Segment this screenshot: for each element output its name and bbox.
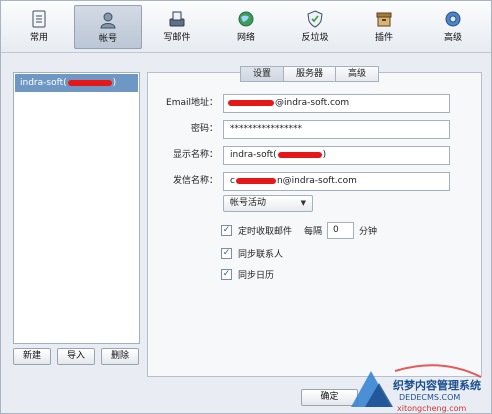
plugin-icon: [374, 9, 394, 29]
watermark-line1: 织梦内容管理系统: [393, 379, 481, 392]
import-account-button[interactable]: 导入: [57, 348, 95, 365]
ok-button[interactable]: 确定: [301, 389, 358, 406]
display-name-field[interactable]: indra-soft(): [223, 146, 450, 165]
general-icon: [29, 9, 49, 29]
toolbar-plugin[interactable]: 插件: [350, 5, 418, 49]
sync-contacts-label: 同步联系人: [238, 249, 284, 260]
account-icon: [98, 10, 118, 30]
sender-name-field[interactable]: c n@indra-soft.com: [223, 172, 450, 191]
redaction-mark: [235, 177, 276, 184]
tab-server[interactable]: 服务器: [283, 66, 337, 82]
toolbar-account[interactable]: 帐号: [74, 5, 142, 49]
network-icon: [236, 9, 256, 29]
toolbar-antispam[interactable]: 反垃圾: [281, 5, 349, 49]
redaction-mark: [277, 151, 322, 158]
sync-calendar-checkbox[interactable]: ✓: [221, 268, 232, 280]
email-suffix: @indra-soft.com: [275, 98, 350, 108]
sender-name-label: 发信名称：: [172, 176, 218, 186]
toolbar-compose-label: 写邮件: [163, 33, 191, 43]
delete-account-button[interactable]: 删除: [101, 348, 139, 365]
toolbar-antispam-label: 反垃圾: [301, 33, 329, 43]
display-name-prefix: indra-soft(: [230, 150, 277, 160]
email-label: Email地址：: [166, 98, 218, 108]
timed-fetch-checkbox[interactable]: ✓: [221, 224, 232, 236]
toolbar-compose[interactable]: 写邮件: [143, 5, 211, 49]
account-list-item[interactable]: indra-soft(): [15, 74, 138, 92]
antispam-icon: [305, 9, 325, 29]
redaction-mark: [228, 99, 274, 106]
toolbar-general[interactable]: 常用: [5, 5, 73, 49]
sync-contacts-checkbox[interactable]: ✓: [221, 247, 232, 259]
settings-toolbar: 常用 帐号 写邮件 网络 反垃圾 插件 高级: [1, 1, 491, 53]
every-label: 每隔: [304, 226, 323, 237]
toolbar-advanced-label: 高级: [443, 33, 462, 43]
account-list[interactable]: indra-soft(): [13, 72, 140, 344]
tab-advanced[interactable]: 高级: [335, 66, 380, 82]
redaction-mark: [67, 79, 112, 86]
password-field[interactable]: ****************: [223, 120, 450, 139]
toolbar-account-label: 帐号: [98, 34, 117, 44]
timed-fetch-row: ✓ 定时收取邮件 每隔 0 分钟: [221, 221, 378, 239]
account-activity-value: 帐号活动: [230, 198, 267, 208]
sync-calendar-label: 同步日历: [238, 270, 275, 281]
advanced-icon: [443, 9, 463, 29]
settings-window: 常用 帐号 写邮件 网络 反垃圾 插件 高级 indra-soft() 新建 …: [0, 0, 492, 414]
toolbar-network-label: 网络: [236, 33, 255, 43]
toolbar-plugin-label: 插件: [374, 33, 393, 43]
chevron-down-icon: ▼: [300, 199, 306, 207]
display-name-suffix: ): [322, 150, 327, 160]
fetch-interval-input[interactable]: 0: [327, 221, 355, 239]
account-item-suffix: ): [112, 78, 117, 88]
sender-prefix: c: [230, 176, 235, 186]
minutes-label: 分钟: [359, 226, 378, 237]
sync-contacts-row: ✓ 同步联系人: [221, 246, 283, 260]
sync-calendar-row: ✓ 同步日历: [221, 267, 274, 281]
watermark-line2: DEDECMS.COM: [399, 393, 461, 402]
timed-fetch-label: 定时收取邮件: [238, 226, 293, 237]
toolbar-network[interactable]: 网络: [212, 5, 280, 49]
sender-suffix: n@indra-soft.com: [276, 176, 357, 186]
compose-icon: [167, 9, 187, 29]
tab-settings[interactable]: 设置: [240, 66, 285, 82]
new-account-button[interactable]: 新建: [13, 348, 51, 365]
watermark-line3: xitongcheng.com: [397, 404, 467, 413]
display-name-label: 显示名称：: [172, 150, 218, 160]
toolbar-general-label: 常用: [29, 33, 48, 43]
toolbar-advanced[interactable]: 高级: [419, 5, 487, 49]
account-item-prefix: indra-soft(: [20, 78, 67, 88]
settings-tabs: 设置 服务器 高级: [240, 66, 380, 82]
account-activity-select[interactable]: 帐号活动 ▼: [223, 195, 313, 212]
password-label: 密码：: [190, 124, 218, 134]
email-field[interactable]: @indra-soft.com: [223, 94, 450, 113]
